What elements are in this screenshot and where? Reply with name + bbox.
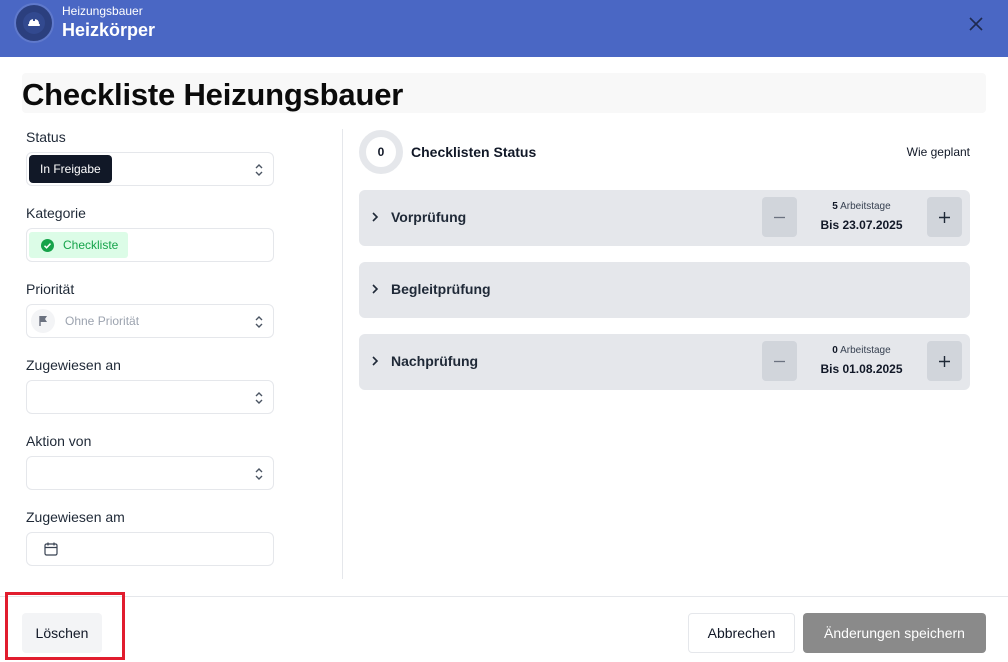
chevron-right-icon: [372, 284, 379, 294]
status-badge: In Freigabe: [29, 155, 112, 183]
zugewiesen-am-label: Zugewiesen am: [26, 509, 125, 525]
chevron-updown-icon: [255, 392, 263, 404]
kategorie-field[interactable]: Checkliste: [26, 228, 274, 262]
chevron-updown-icon: [255, 316, 263, 328]
footer-divider: [0, 596, 1008, 597]
section-begleitpruefung[interactable]: Begleitprüfung: [359, 262, 970, 318]
workdays-count: 5 Arbeitstage: [832, 201, 891, 212]
calendar-icon: [44, 542, 58, 556]
page-title-field[interactable]: Checkliste Heizungsbauer: [22, 73, 986, 113]
kategorie-badge: Checkliste: [29, 232, 129, 258]
prioritaet-value: Ohne Priorität: [65, 314, 140, 328]
decrease-days-button[interactable]: [762, 341, 797, 381]
flag-icon: [31, 309, 55, 333]
zugewiesen-am-datepicker[interactable]: [26, 532, 274, 566]
section-label: Vorprüfung: [391, 209, 467, 225]
workdays-count: 0 Arbeitstage: [832, 345, 891, 356]
minus-icon: [774, 216, 785, 219]
section-label: Nachprüfung: [391, 353, 479, 369]
status-select[interactable]: In Freigabe: [26, 152, 274, 186]
column-divider: [342, 129, 343, 579]
chevron-right-icon: [372, 356, 379, 366]
increase-days-button[interactable]: [927, 341, 962, 381]
chevron-updown-icon: [255, 164, 263, 176]
chevron-updown-icon: [255, 468, 263, 480]
zugewiesen-an-select[interactable]: [26, 380, 274, 414]
aktion-von-select[interactable]: [26, 456, 274, 490]
hard-hat-icon: [28, 18, 40, 26]
section-nachpruefung[interactable]: Nachprüfung 0 Arbeitstage Bis 01.08.2025: [359, 334, 970, 390]
decrease-days-button[interactable]: [762, 197, 797, 237]
kategorie-value: Checkliste: [63, 238, 119, 252]
modal-header: Heizungsbauer Heizkörper: [0, 0, 1008, 57]
project-avatar: [14, 3, 54, 43]
section-label: Begleitprüfung: [391, 281, 491, 297]
close-button[interactable]: [964, 12, 988, 36]
plus-icon: [939, 212, 950, 223]
close-icon: [969, 17, 983, 31]
increase-days-button[interactable]: [927, 197, 962, 237]
check-circle-icon: [41, 238, 54, 252]
checklist-state: Wie geplant: [906, 145, 970, 159]
status-label: Status: [26, 129, 66, 145]
minus-icon: [774, 360, 785, 363]
prioritaet-label: Priorität: [26, 281, 75, 297]
due-date: Bis 23.07.2025: [820, 218, 903, 232]
zugewiesen-an-label: Zugewiesen an: [26, 357, 121, 373]
prioritaet-select[interactable]: Ohne Priorität: [26, 304, 274, 338]
save-changes-button[interactable]: Änderungen speichern: [803, 613, 986, 653]
aktion-von-label: Aktion von: [26, 433, 92, 449]
header-title: Heizkörper: [62, 20, 156, 40]
checklist-status-title: Checklisten Status: [411, 144, 537, 160]
due-date: Bis 01.08.2025: [820, 362, 903, 376]
header-subtitle: Heizungsbauer: [62, 4, 143, 18]
section-vorpruefung[interactable]: Vorprüfung 5 Arbeitstage Bis 23.07.2025: [359, 190, 970, 246]
plus-icon: [939, 356, 950, 367]
page-title[interactable]: Checkliste Heizungsbauer: [22, 77, 403, 113]
kategorie-label: Kategorie: [26, 205, 86, 221]
chevron-right-icon: [372, 212, 379, 222]
highlight-box: [5, 592, 125, 660]
cancel-button[interactable]: Abbrechen: [688, 613, 795, 653]
checklist-progress-ring: 0: [359, 130, 403, 174]
